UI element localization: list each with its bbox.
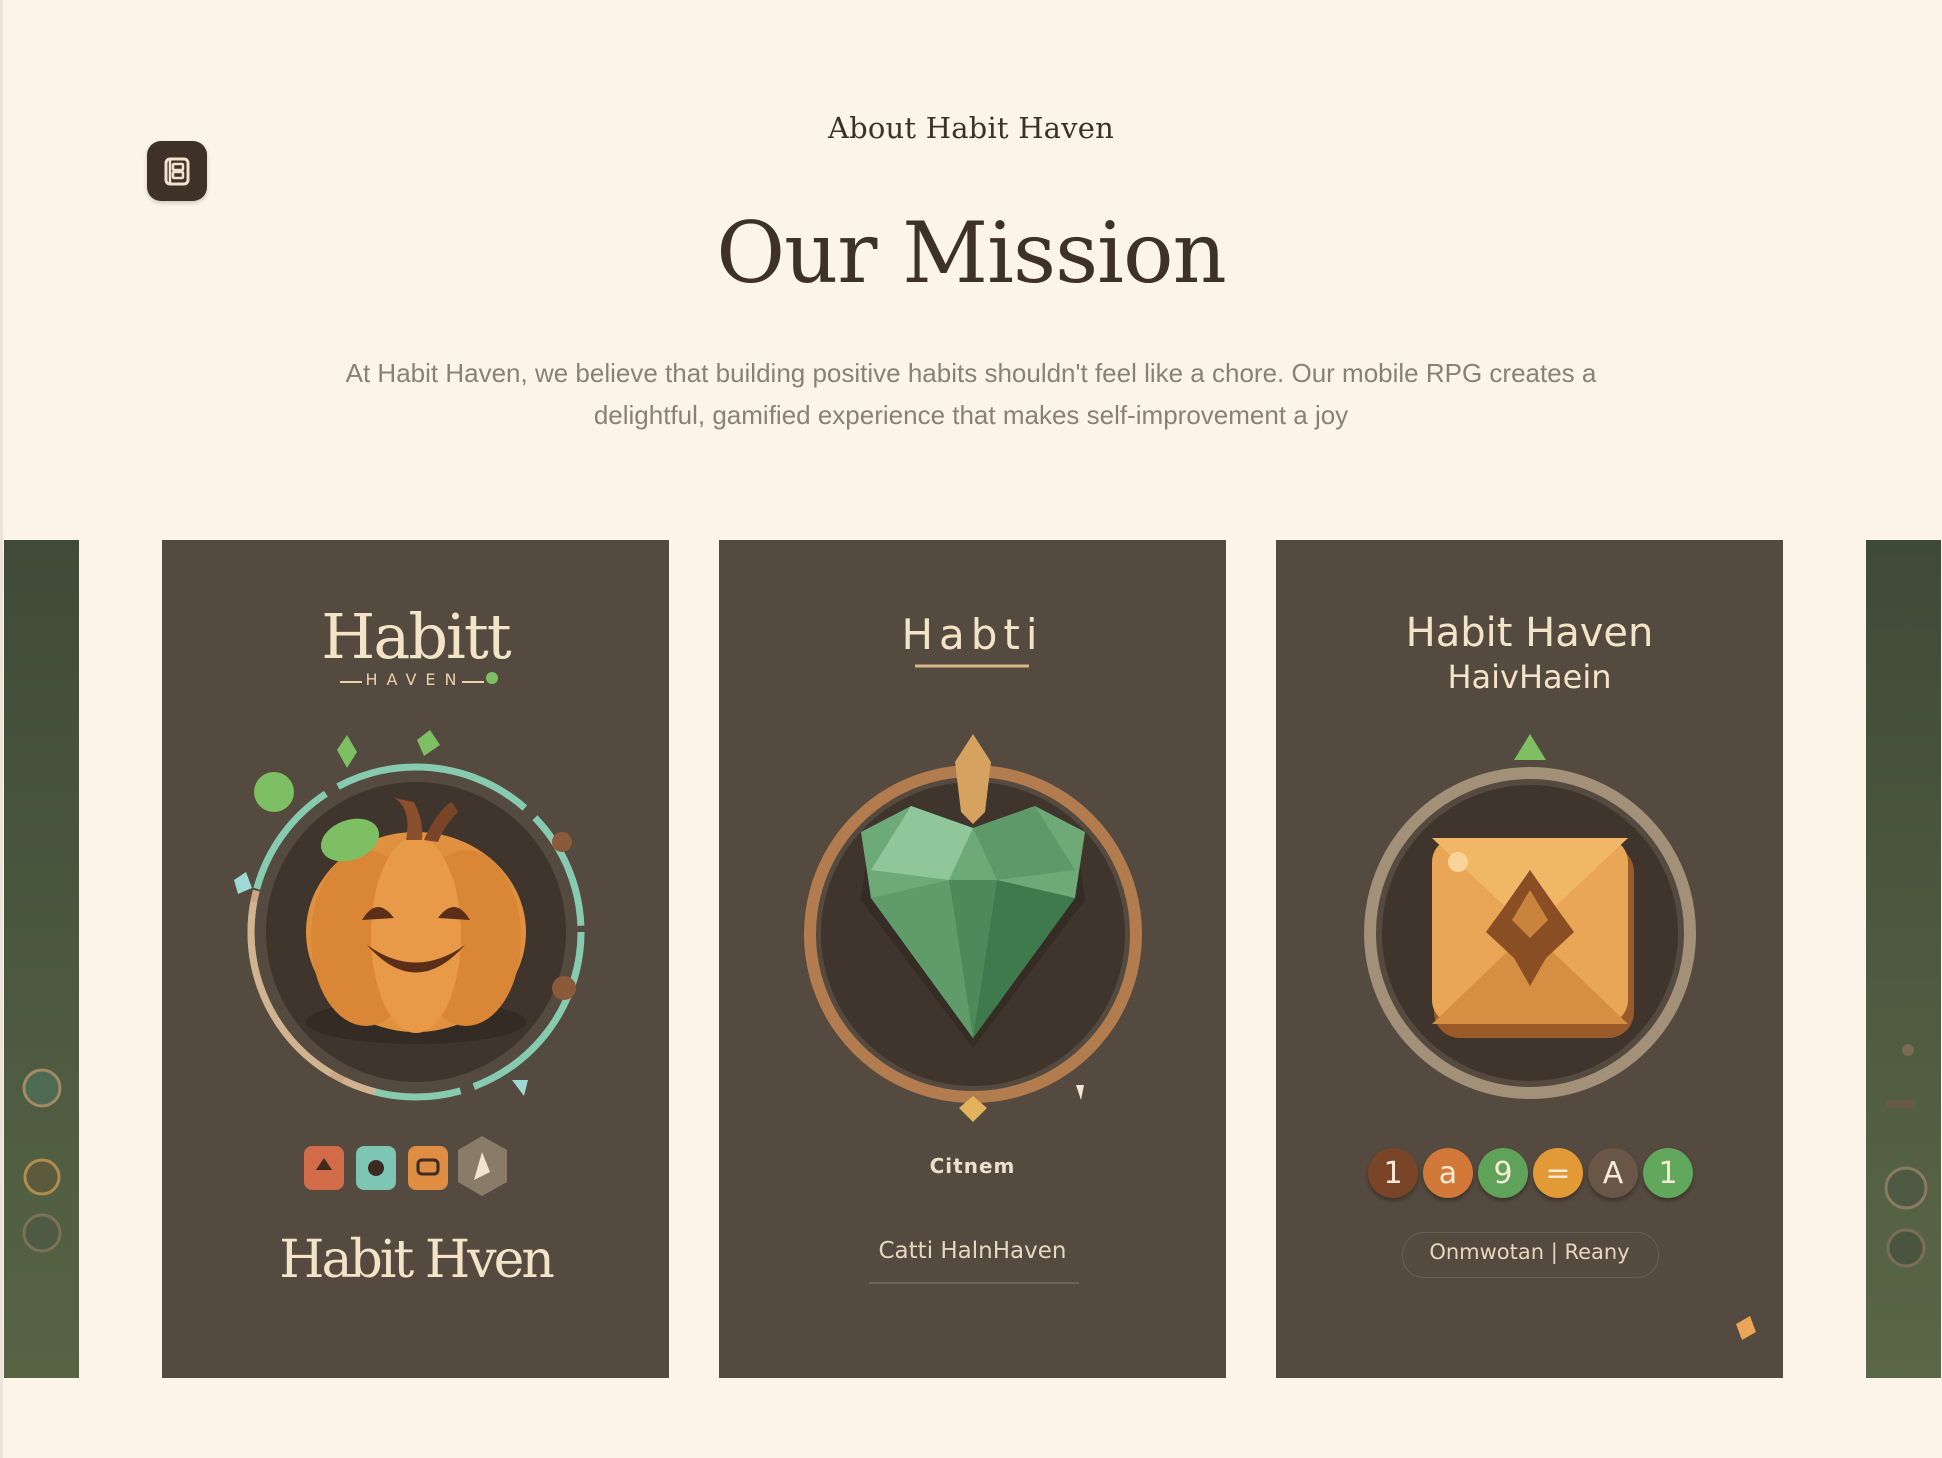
partial-card-art [22, 1068, 62, 1253]
chip-6: 1 [1643, 1148, 1693, 1198]
card-top-title: Habti [901, 610, 1044, 659]
section-eyebrow: About Habit Haven [827, 111, 1114, 145]
card-mid-label: Citnem [929, 1154, 1016, 1178]
partial-card-art [1884, 1044, 1928, 1268]
chip-1: 1 [1368, 1148, 1418, 1198]
card-bottom-title: Onmwotan | Reany [1429, 1240, 1630, 1264]
card-top-title: Habitt [321, 600, 511, 673]
chip-5: A [1588, 1148, 1638, 1198]
card-top-title: Habit Haven [1405, 610, 1654, 656]
card-bottom-title: Habit Hven [279, 1230, 555, 1290]
chip-3: 9 [1478, 1148, 1528, 1198]
chip-4: = [1533, 1148, 1583, 1198]
mission-card-1[interactable]: Habitt HAVEN Habit Hven [162, 540, 669, 1378]
carousel-prev-card[interactable] [4, 540, 79, 1378]
logo-button[interactable] [147, 141, 207, 201]
chip-2: a [1423, 1148, 1473, 1198]
page-title: Our Mission [716, 204, 1226, 302]
book-logo-icon [164, 157, 190, 186]
carousel-next-card[interactable] [1866, 540, 1941, 1378]
mission-description: At Habit Haven, we believe that building… [345, 358, 1597, 430]
card-bottom-title: Catti HalnHaven [878, 1238, 1067, 1264]
card-subtitle: HAVEN [365, 670, 466, 689]
mission-card-3[interactable]: 1 a 9 = A 1 Habit Haven HaivHaein Onmwot… [1276, 540, 1783, 1378]
card-subtitle: HaivHaein [1447, 658, 1612, 696]
mission-card-2[interactable]: Habti Citnem Catti HalnHaven [719, 540, 1226, 1378]
